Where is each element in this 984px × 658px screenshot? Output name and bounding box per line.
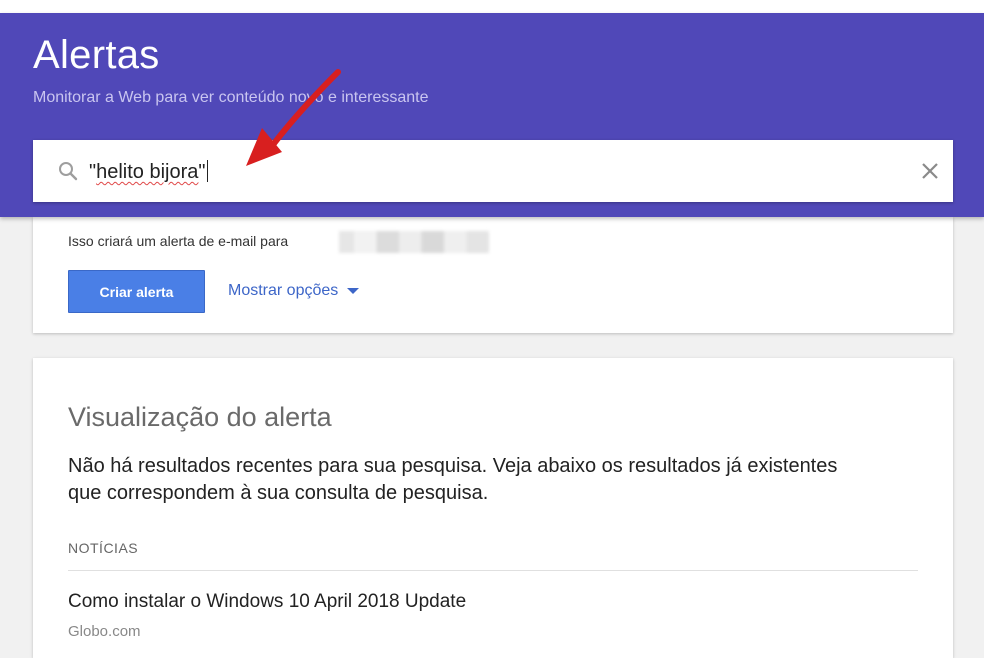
show-options-label: Mostrar opções: [228, 282, 339, 299]
search-bar[interactable]: "helito bijora": [33, 140, 953, 202]
email-note: Isso criará um alerta de e-mail para: [68, 233, 289, 249]
no-results-message: Não há resultados recentes para sua pesq…: [68, 455, 838, 504]
alert-preview-card: Visualização do alerta Não há resultados…: [33, 358, 953, 658]
search-query-text: helito bijora: [96, 161, 199, 183]
caret-down-icon: [347, 288, 360, 294]
search-quote-close: ": [198, 161, 206, 183]
search-input[interactable]: "helito bijora": [89, 160, 208, 184]
divider: [68, 570, 918, 571]
search-icon: [59, 162, 78, 181]
create-alert-card: Isso criará um alerta de e-mail para Cri…: [33, 217, 953, 333]
news-article-source: Globo.com: [68, 623, 141, 640]
preview-heading: Visualização do alerta: [68, 402, 332, 432]
close-icon[interactable]: [919, 160, 941, 182]
blurred-email: [339, 231, 489, 253]
news-section-label: NOTÍCIAS: [68, 540, 139, 556]
page-title: Alertas: [33, 33, 160, 77]
create-alert-button[interactable]: Criar alerta: [68, 270, 205, 313]
page-subtitle: Monitorar a Web para ver conteúdo novo e…: [33, 89, 429, 106]
text-caret: [206, 160, 208, 182]
news-article-title[interactable]: Como instalar o Windows 10 April 2018 Up…: [68, 591, 466, 613]
show-options-link[interactable]: Mostrar opções: [228, 282, 360, 300]
top-strip: [0, 0, 984, 13]
alerts-header: Alertas Monitorar a Web para ver conteúd…: [0, 13, 984, 217]
